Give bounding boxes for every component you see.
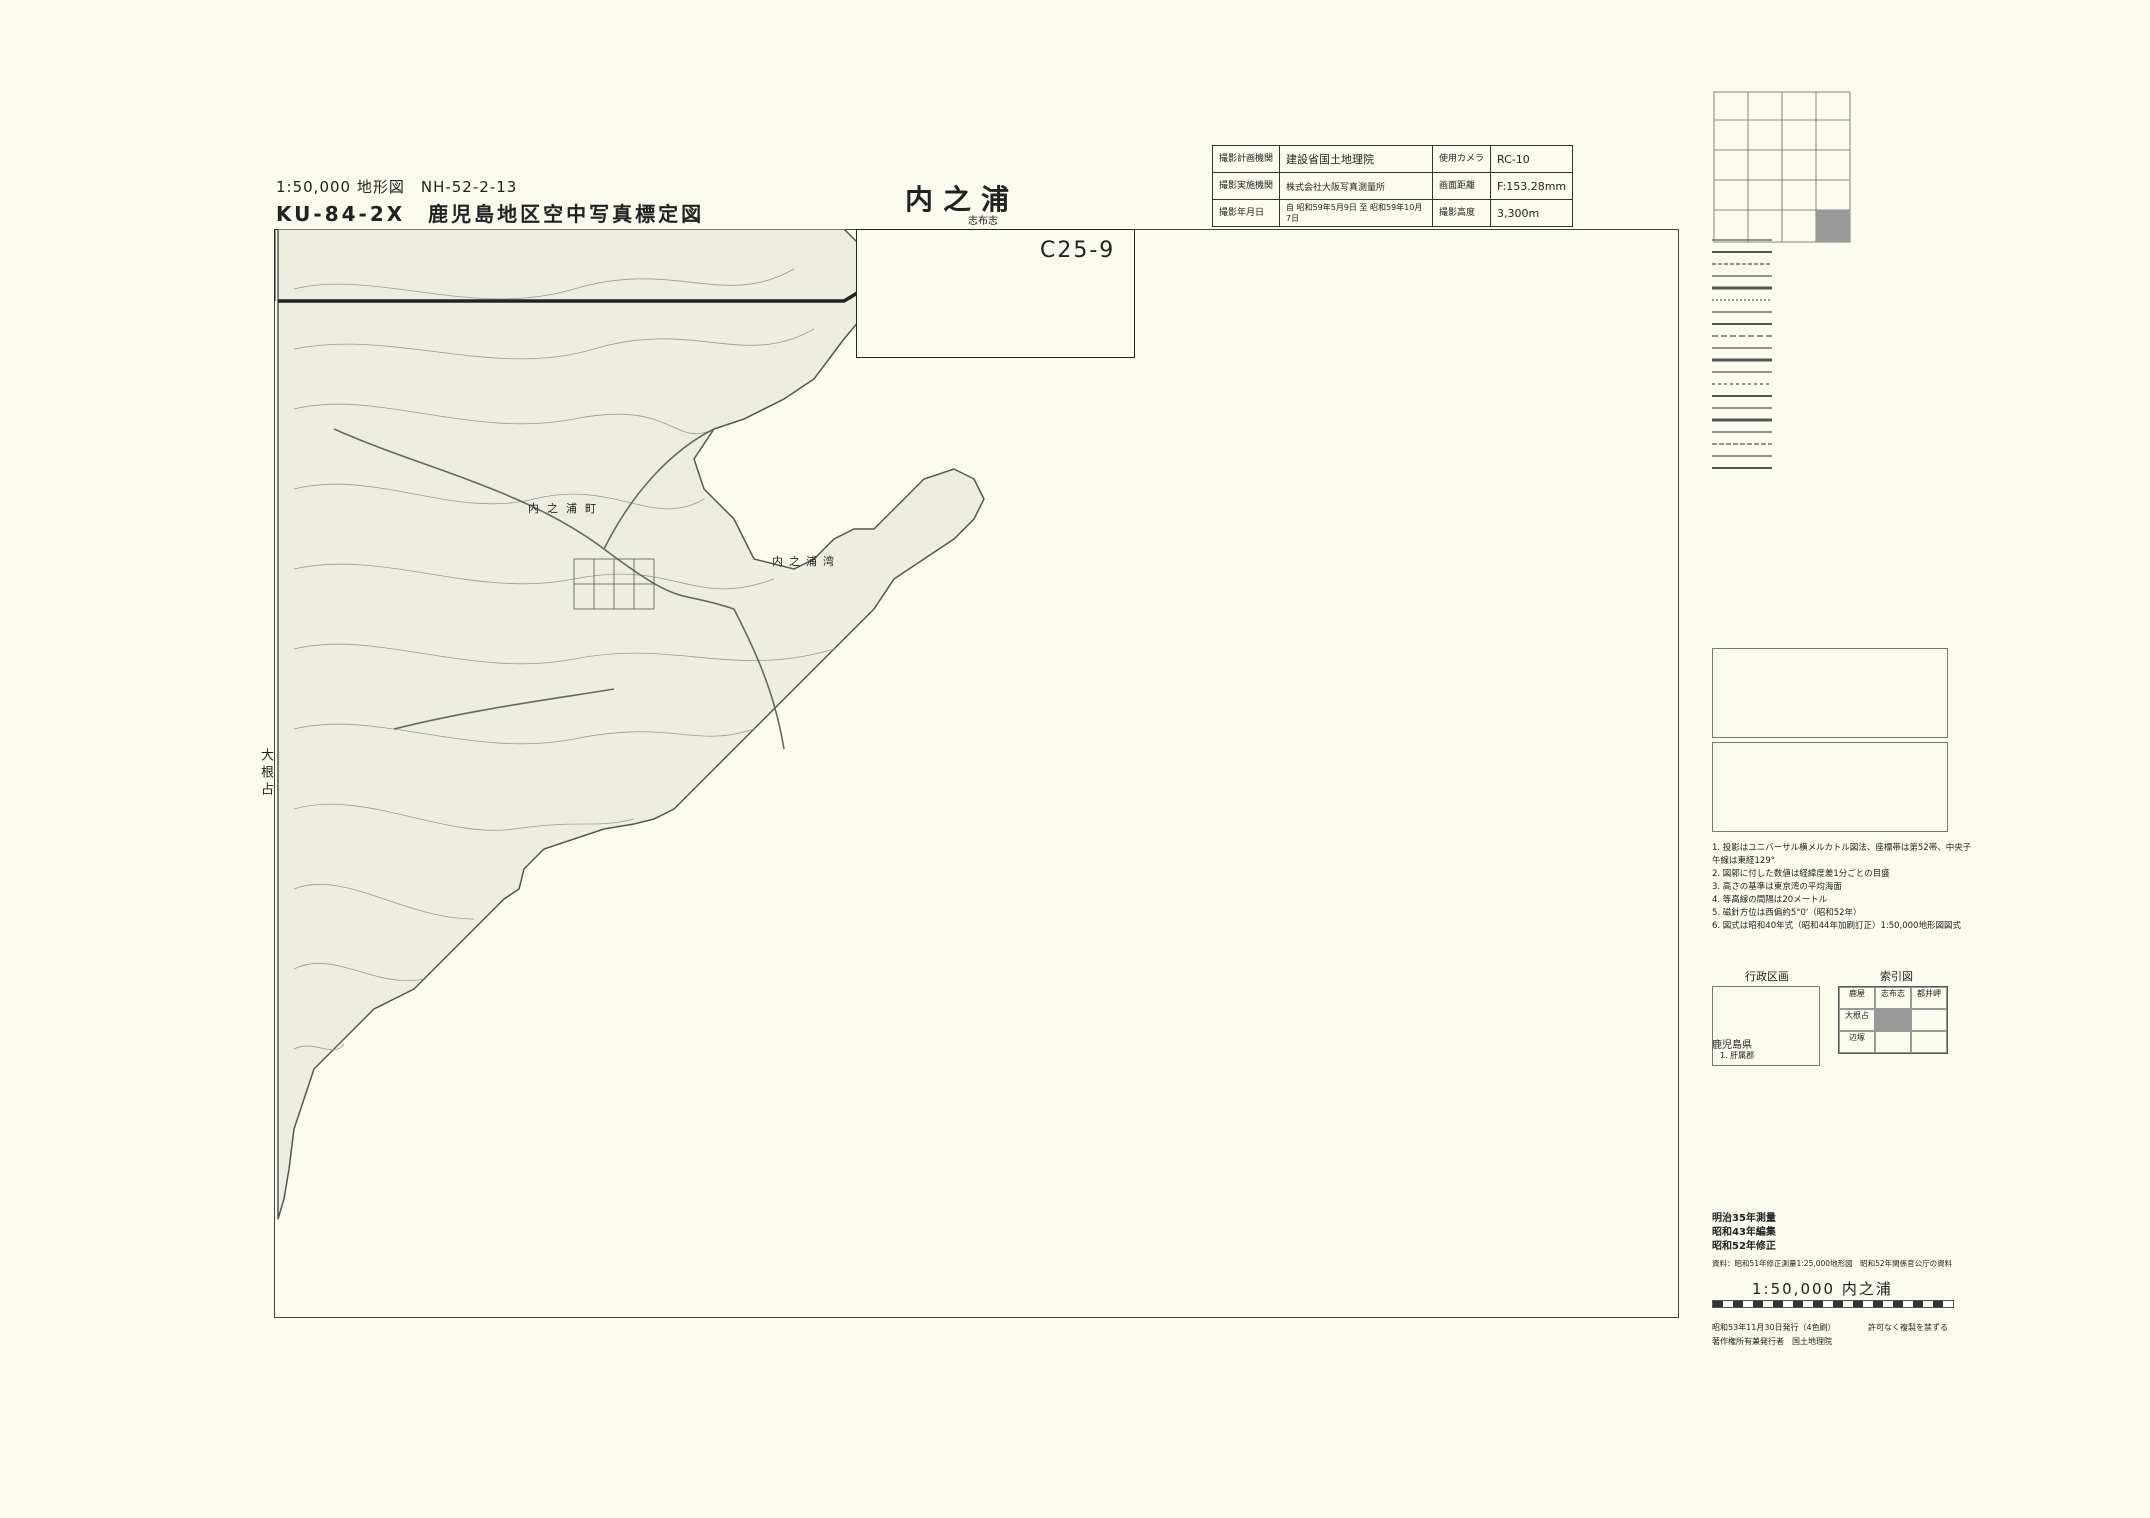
map-title: 内之浦	[905, 183, 1020, 216]
scale-title: 1:50,000 内之浦	[1752, 1280, 1893, 1298]
note-line: 4. 等高線の間隔は20メートル	[1712, 895, 1828, 905]
history-line: 昭和43年編集	[1712, 1227, 1776, 1238]
photo-info-value: 自 昭和59年5月9日 至 昭和59年10月7日	[1279, 199, 1434, 227]
legend-sample-map-b	[1712, 742, 1948, 832]
photo-info-value: 3,300m	[1490, 199, 1574, 227]
legend-sample-map-a	[1712, 648, 1948, 738]
map-title-reading: 志布志	[968, 216, 998, 227]
index-cell	[1911, 1009, 1947, 1031]
history-block: 明治35年測量 昭和43年編集 昭和52年修正	[1712, 1212, 1776, 1254]
photo-info-label: 撮影年月日	[1211, 199, 1281, 227]
admin-prefecture: 鹿児島県	[1712, 1040, 1752, 1051]
index-cell: 辺塚	[1839, 1031, 1875, 1053]
code-line: KU-84-2X 鹿児島地区空中写真標定図	[276, 202, 705, 226]
index-cell	[1911, 1031, 1947, 1053]
land-area	[277, 229, 985, 1220]
publisher-line: 著作権所有兼発行者 国土地理院	[1712, 1337, 1832, 1346]
note-line: 5. 磁針方位は西偏約5°0'（昭和52年）	[1712, 908, 1862, 918]
history-note: 資料：昭和51年修正測量1:25,000地形図 昭和52年関係官公庁の資料	[1712, 1259, 1953, 1268]
admin-sub: 1. 肝属郡	[1720, 1051, 1755, 1060]
photo-info-label: 撮影実施機関	[1211, 172, 1281, 200]
side-label: 大根占	[258, 748, 273, 799]
photo-info-row: 撮影年月日 自 昭和59年5月9日 至 昭和59年10月7日 撮影高度 3,30…	[1211, 199, 1574, 227]
scale-bar	[1712, 1300, 1954, 1308]
index-cell: 都井岬	[1911, 987, 1947, 1009]
town-label: 内之浦町	[528, 502, 604, 515]
index-cell	[1875, 1031, 1911, 1053]
photo-info-label: 画面距離	[1432, 172, 1492, 200]
admin-title: 行政区画	[1745, 970, 1789, 983]
photo-info-table: 撮影計画機関 建設省国土地理院 使用カメラ RC-10 撮影実施機関 株式会社大…	[1211, 145, 1574, 227]
photo-info-value: F:153.28mm	[1490, 172, 1574, 200]
photo-info-value: RC-10	[1490, 145, 1574, 173]
photo-info-row: 撮影計画機関 建設省国土地理院 使用カメラ RC-10	[1211, 145, 1574, 173]
adjacent-sheets-diagram	[1712, 90, 1852, 250]
photo-info-label: 撮影計画機関	[1211, 145, 1281, 173]
note-line: 3. 高さの基準は東京湾の平均海面	[1712, 882, 1842, 892]
bay-label: 内之浦湾	[772, 555, 840, 568]
index-cell-current	[1875, 1009, 1911, 1031]
index-cell: 大根占	[1839, 1009, 1875, 1031]
note-line: 1. 投影はユニバーサル横メルカトル図法、座標帯は第52帯、中央子午線は東経12…	[1712, 843, 1972, 866]
index-grid: 鹿屋 志布志 都井岬 大根占 辺塚	[1838, 986, 1948, 1054]
note-line: 6. 図式は昭和40年式（昭和44年加刷訂正）1:50,000地形図図式	[1712, 921, 1961, 931]
notes-block: 1. 投影はユニバーサル横メルカトル図法、座標帯は第52帯、中央子午線は東経12…	[1712, 842, 1972, 933]
photo-info-label: 撮影高度	[1432, 199, 1492, 227]
note-line: 2. 図郭に付した数値は経緯度差1分ごとの目盛	[1712, 869, 1890, 879]
history-line: 明治35年測量	[1712, 1213, 1776, 1224]
series-line: 1:50,000 地形図 NH-52-2-13	[276, 178, 518, 196]
photo-info-value: 株式会社大阪写真測量所	[1279, 172, 1434, 200]
photo-info-row: 撮影実施機関 株式会社大阪写真測量所 画面距離 F:153.28mm	[1211, 172, 1574, 200]
history-line: 昭和52年修正	[1712, 1241, 1776, 1252]
photo-info-value: 建設省国土地理院	[1279, 145, 1434, 173]
map-drawing	[274, 229, 985, 1220]
index-cell: 志布志	[1875, 987, 1911, 1009]
legend-symbols	[1712, 230, 1952, 510]
photo-info-label: 使用カメラ	[1432, 145, 1492, 173]
index-title: 索引図	[1880, 970, 1913, 983]
issue-line: 昭和53年11月30日発行（4色刷）	[1712, 1323, 1836, 1332]
index-cell: 鹿屋	[1839, 987, 1875, 1009]
copyright-line: 許可なく複製を禁ずる	[1868, 1323, 1948, 1332]
sheet-code: C25-9	[1040, 238, 1116, 263]
